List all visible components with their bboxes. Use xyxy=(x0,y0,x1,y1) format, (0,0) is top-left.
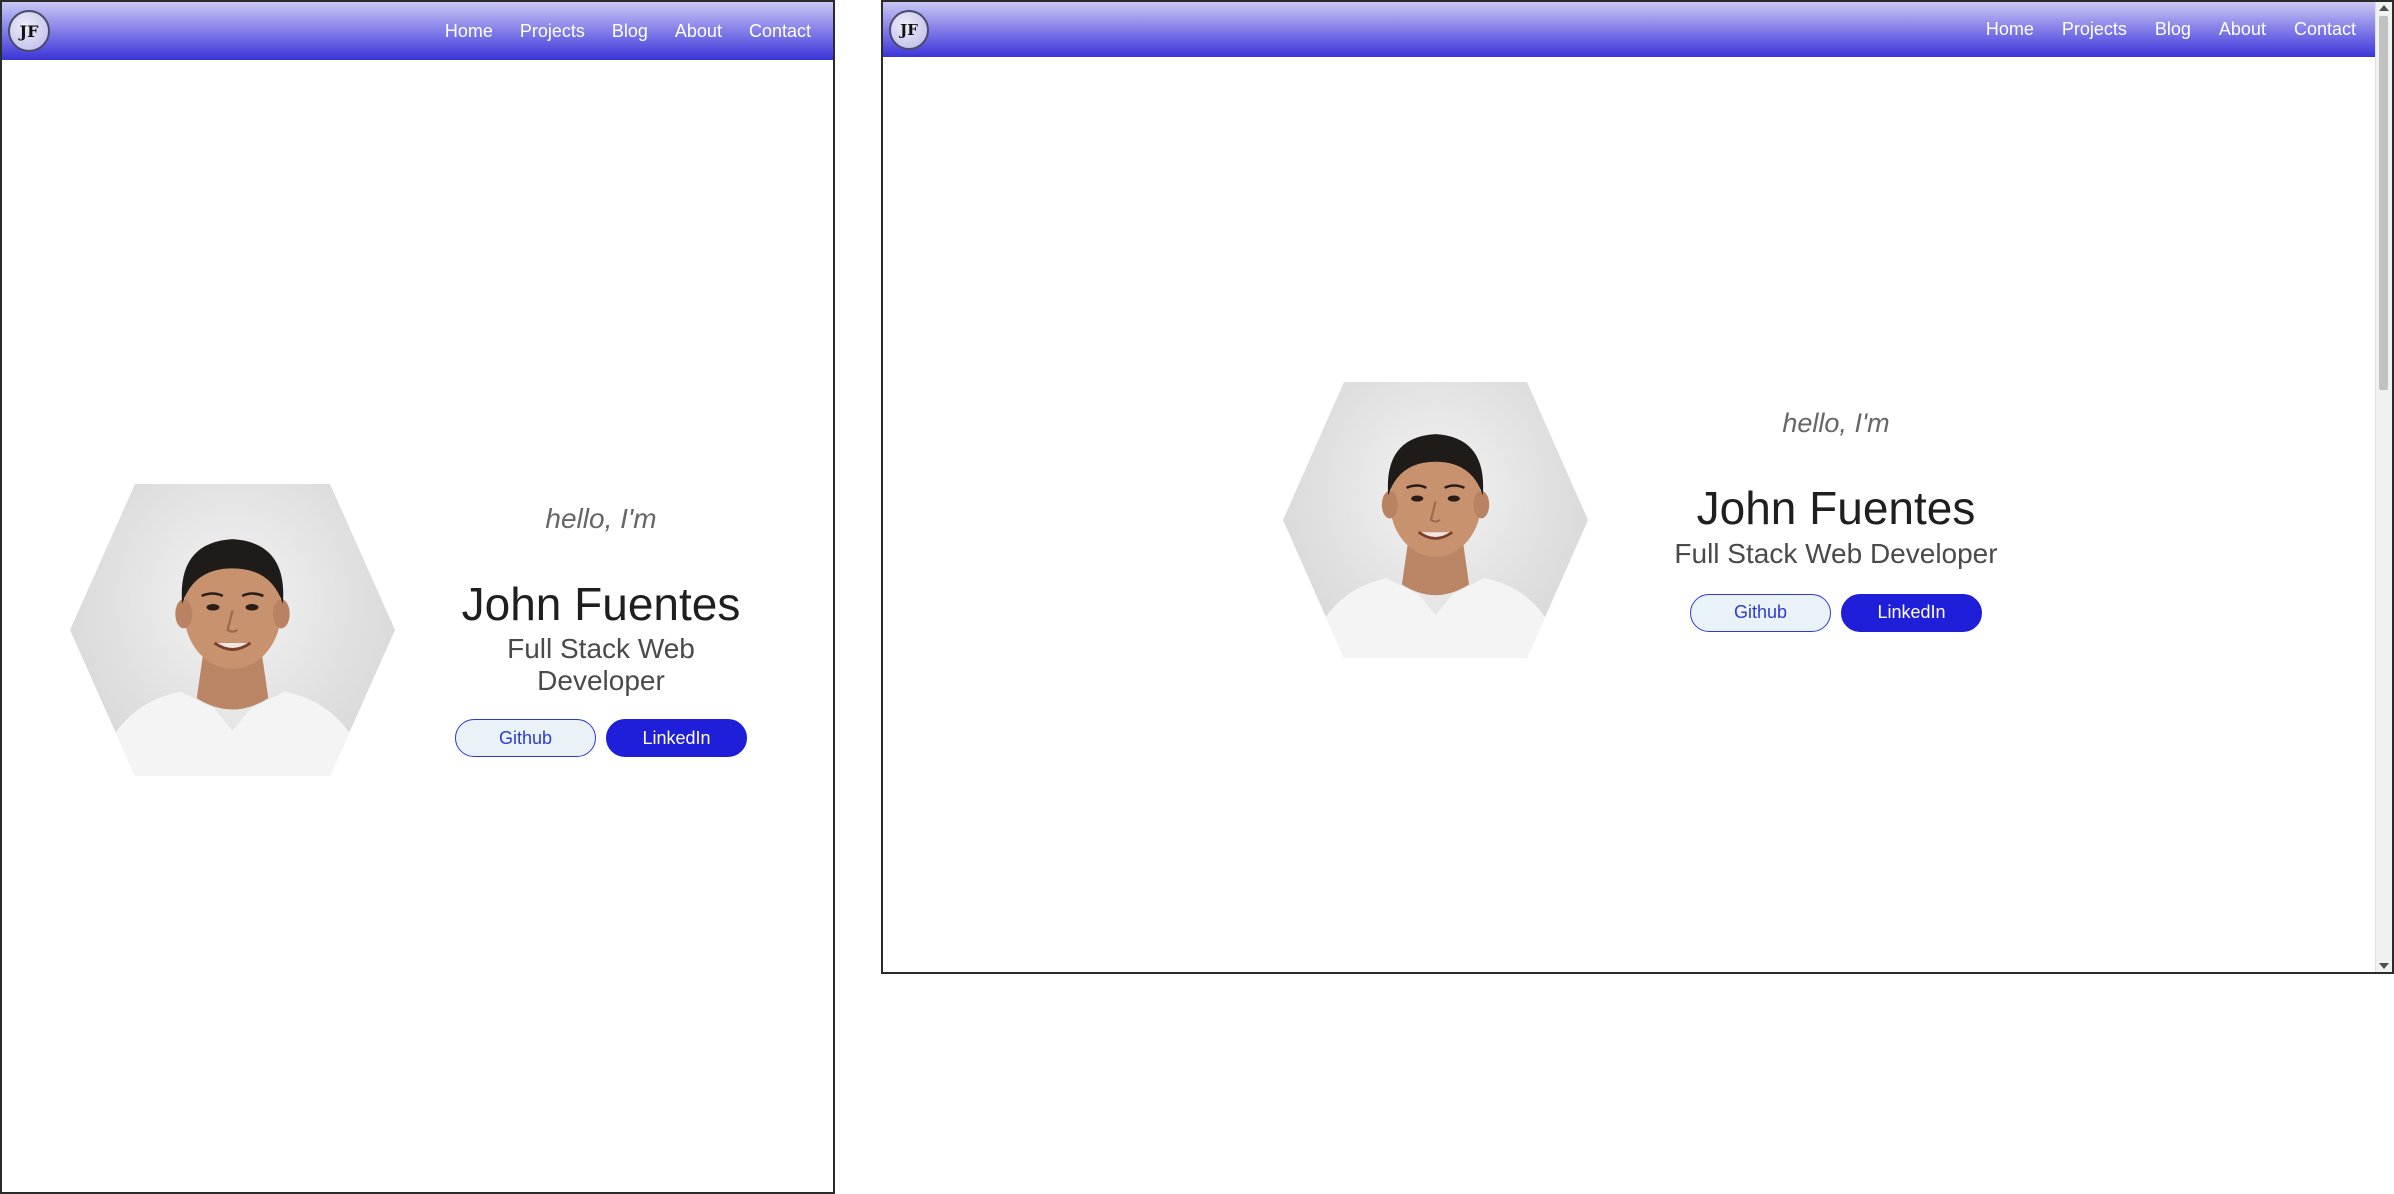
logo[interactable]: JF xyxy=(8,10,50,52)
nav-item-about[interactable]: About xyxy=(2219,19,2266,40)
name-heading: John Fuentes xyxy=(461,577,741,630)
hero-section: hello, I'm John Fuentes Full Stack Web D… xyxy=(1283,382,2006,658)
intro-block: hello, I'm John Fuentes Full Stack Web D… xyxy=(1666,408,2006,632)
portrait-hexagon xyxy=(1283,382,1588,658)
github-button[interactable]: Github xyxy=(455,719,596,758)
role-subtitle: Full Stack Web Developer xyxy=(507,633,695,697)
linkedin-button[interactable]: LinkedIn xyxy=(606,719,747,758)
vertical-scrollbar[interactable] xyxy=(2375,2,2392,972)
nav-item-blog[interactable]: Blog xyxy=(612,21,648,42)
role-subtitle: Full Stack Web Developer xyxy=(1674,537,1998,569)
viewport-narrow: JF Home Projects Blog About Contact hell… xyxy=(0,0,835,1194)
nav-item-blog[interactable]: Blog xyxy=(2155,19,2191,40)
nav-item-contact[interactable]: Contact xyxy=(2294,19,2356,40)
nav-links: Home Projects Blog About Contact xyxy=(418,21,811,42)
intro-block: hello, I'm John Fuentes Full Stack Web D… xyxy=(441,503,761,758)
scroll-up-arrow-icon[interactable] xyxy=(2379,5,2389,11)
portrait-photo-icon xyxy=(96,539,369,776)
navbar: JF Home Projects Blog About Contact xyxy=(2,2,833,60)
nav-item-home[interactable]: Home xyxy=(1986,19,2034,40)
viewport-wide: JF Home Projects Blog About Contact hell… xyxy=(881,0,2394,974)
social-buttons: Github LinkedIn xyxy=(455,719,747,758)
nav-item-home[interactable]: Home xyxy=(445,21,493,42)
nav-item-projects[interactable]: Projects xyxy=(2062,19,2127,40)
nav-item-contact[interactable]: Contact xyxy=(749,21,811,42)
logo[interactable]: JF xyxy=(889,9,929,50)
linkedin-button[interactable]: LinkedIn xyxy=(1841,593,1982,632)
navbar: JF Home Projects Blog About Contact xyxy=(883,2,2376,57)
screenshot-canvas: JF Home Projects Blog About Contact hell… xyxy=(0,0,2394,1194)
portrait-hexagon xyxy=(70,484,395,776)
name-heading: John Fuentes xyxy=(1696,482,1976,535)
scroll-thumb[interactable] xyxy=(2379,16,2388,390)
social-buttons: Github LinkedIn xyxy=(1690,593,1982,632)
github-button[interactable]: Github xyxy=(1690,593,1831,632)
greeting-text: hello, I'm xyxy=(545,502,657,534)
nav-item-about[interactable]: About xyxy=(675,21,722,42)
hero-section: hello, I'm John Fuentes Full Stack Web D… xyxy=(70,484,761,776)
portrait-photo-icon xyxy=(1307,434,1564,658)
scroll-down-arrow-icon[interactable] xyxy=(2379,963,2389,969)
nav-item-projects[interactable]: Projects xyxy=(520,21,585,42)
greeting-text: hello, I'm xyxy=(1782,408,1890,439)
nav-links: Home Projects Blog About Contact xyxy=(1958,19,2356,40)
